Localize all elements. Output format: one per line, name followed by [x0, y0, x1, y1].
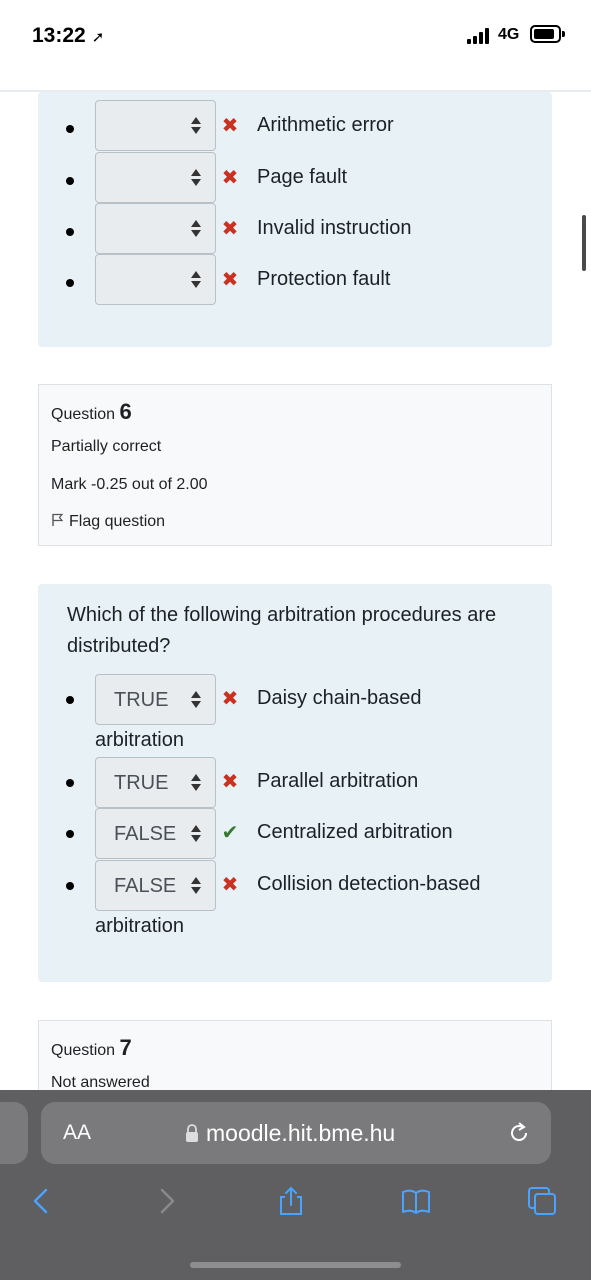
answer-select[interactable] — [95, 100, 216, 151]
answer-row: TRUE ✖ Parallel arbitration — [38, 757, 552, 809]
question-6-content: Which of the following arbitration proce… — [38, 584, 552, 982]
location-icon: ➚ — [91, 29, 105, 46]
updown-arrow-icon — [191, 169, 201, 187]
cross-icon: ✖ — [221, 218, 239, 240]
updown-arrow-icon — [191, 877, 201, 895]
scrollbar[interactable] — [582, 215, 586, 271]
bullet — [66, 882, 74, 890]
cross-icon: ✖ — [221, 167, 239, 189]
bookmarks-icon[interactable] — [400, 1185, 432, 1217]
option-label: Parallel arbitration — [257, 770, 419, 792]
cross-icon: ✖ — [221, 874, 239, 896]
answer-row: FALSE ✖ Collision detection-based — [38, 860, 552, 912]
share-icon[interactable] — [275, 1185, 307, 1217]
option-label: Centralized arbitration — [257, 821, 453, 843]
answer-select[interactable] — [95, 254, 216, 305]
answer-row: TRUE ✖ Daisy chain-based — [38, 674, 552, 726]
address-bar[interactable]: AA moodle.hit.bme.hu — [41, 1102, 551, 1164]
question-5-content: ✖ Arithmetic error ✖ Page fault ✖ Invali… — [38, 92, 552, 347]
answer-row: ✖ Page fault — [38, 152, 552, 204]
reload-icon[interactable] — [506, 1120, 532, 1146]
home-indicator[interactable] — [190, 1262, 401, 1268]
bullet — [66, 177, 74, 185]
option-label: Page fault — [257, 166, 348, 188]
option-label: Invalid instruction — [257, 217, 412, 239]
option-label: Daisy chain-based — [257, 687, 422, 709]
question-text: Which of the following arbitration proce… — [67, 604, 497, 657]
bullet — [66, 696, 74, 704]
answer-select[interactable]: TRUE — [95, 674, 216, 725]
question-mark: Mark -0.25 out of 2.00 — [51, 476, 208, 493]
updown-arrow-icon — [191, 825, 201, 843]
updown-arrow-icon — [191, 691, 201, 709]
status-bar: 13:22 ➚ 4G — [0, 0, 591, 70]
answer-row: FALSE ✔ Centralized arbitration — [38, 808, 552, 860]
option-label-continued: arbitration — [95, 915, 184, 937]
browser-bottom-bar: AA moodle.hit.bme.hu — [0, 1090, 591, 1280]
reader-aa-button[interactable]: AA — [63, 1121, 91, 1145]
option-label: Collision detection-based — [257, 873, 481, 895]
bullet — [66, 228, 74, 236]
updown-arrow-icon — [191, 117, 201, 135]
bullet — [66, 125, 74, 133]
answer-select[interactable]: FALSE — [95, 808, 216, 859]
option-label: Protection fault — [257, 268, 391, 290]
bullet — [66, 830, 74, 838]
status-time: 13:22 ➚ — [32, 24, 105, 47]
back-icon[interactable] — [26, 1185, 58, 1217]
cross-icon: ✖ — [221, 771, 239, 793]
flag-icon — [52, 513, 64, 526]
answer-select[interactable] — [95, 203, 216, 254]
lock-icon — [186, 1124, 198, 1142]
question-number: Question 7 — [51, 1035, 132, 1060]
question-number: Question 6 — [51, 399, 132, 424]
updown-arrow-icon — [191, 271, 201, 289]
signal-icon — [467, 28, 493, 44]
option-label: Arithmetic error — [257, 114, 394, 136]
answer-row: ✖ Protection fault — [38, 254, 552, 306]
bullet — [66, 779, 74, 787]
answer-select[interactable]: FALSE — [95, 860, 216, 911]
question-6-info: Question 6 Partially correct Mark -0.25 … — [38, 384, 552, 546]
battery-icon — [530, 25, 565, 43]
option-label-continued: arbitration — [95, 729, 184, 751]
cross-icon: ✖ — [221, 688, 239, 710]
forward-icon[interactable] — [150, 1185, 182, 1217]
cross-icon: ✖ — [221, 269, 239, 291]
answer-select[interactable] — [95, 152, 216, 203]
check-icon: ✔ — [221, 822, 239, 844]
updown-arrow-icon — [191, 220, 201, 238]
question-state: Partially correct — [51, 438, 162, 455]
answer-select[interactable]: TRUE — [95, 757, 216, 808]
network-type: 4G — [498, 26, 520, 43]
question-7-info: Question 7 Not answered — [38, 1020, 552, 1092]
updown-arrow-icon — [191, 774, 201, 792]
tabs-icon[interactable] — [526, 1185, 558, 1217]
bullet — [66, 279, 74, 287]
flag-question-link[interactable]: Flag question — [51, 513, 165, 531]
cross-icon: ✖ — [221, 115, 239, 137]
previous-tab-preview[interactable] — [0, 1102, 28, 1164]
url-display[interactable]: moodle.hit.bme.hu — [184, 1120, 395, 1147]
answer-row: ✖ Arithmetic error — [38, 100, 552, 152]
answer-row: ✖ Invalid instruction — [38, 203, 552, 255]
